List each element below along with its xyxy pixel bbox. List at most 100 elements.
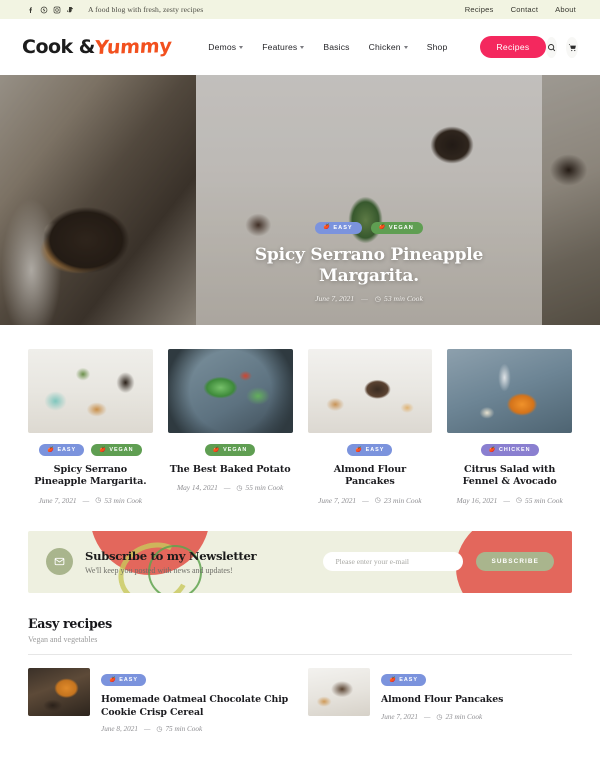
clock-icon: ◷ xyxy=(95,496,102,505)
recipe-meta-separator: — xyxy=(82,495,90,505)
list-item-date: June 8, 2021 xyxy=(101,725,138,734)
list-item-title[interactable]: Homemade Oatmeal Chocolate Chip Cookie C… xyxy=(101,694,292,719)
section-subtitle: Vegan and vegetables xyxy=(28,634,98,644)
clock-icon: ◷ xyxy=(156,725,163,734)
recipe-tags: 🍎 EASY 🍎 VEGAN xyxy=(39,444,142,456)
tag-icon: 🍎 xyxy=(355,446,363,453)
recipe-card[interactable]: 🍎 VEGAN The Best Baked Potato May 14, 20… xyxy=(167,349,293,505)
chevron-down-icon xyxy=(239,46,244,49)
site-header: Cook &Yummy Demos Features Basics Chicke… xyxy=(0,19,600,75)
tag-icon: 🍎 xyxy=(212,446,221,453)
nav-label-shop: Shop xyxy=(426,42,448,52)
hero-slide-active[interactable]: 🍎 EASY 🍎 VEGAN Spicy Serrano Pineapple M… xyxy=(196,75,542,325)
social-links xyxy=(27,6,74,14)
pinterest-icon[interactable] xyxy=(40,6,48,14)
recipe-cook-time: 53 min Cook xyxy=(104,495,143,505)
list-item-meta: June 8, 2021 — ◷ 75 min Cook xyxy=(101,725,292,733)
clock-icon: ◷ xyxy=(515,496,522,505)
recipe-tag-label: EASY xyxy=(57,447,77,453)
list-item-tag[interactable]: 🍎 EASY xyxy=(101,674,146,687)
hero-slide-next[interactable] xyxy=(542,75,600,325)
nav-label-features: Features xyxy=(262,42,298,52)
site-logo[interactable]: Cook &Yummy xyxy=(22,34,173,59)
hero-overlay-next xyxy=(542,75,600,325)
recipe-title[interactable]: Spicy Serrano Pineapple Margarita. xyxy=(28,464,153,489)
tag-icon: 🍎 xyxy=(488,446,496,453)
recipe-meta-separator: — xyxy=(223,483,231,493)
list-item-title[interactable]: Almond Flour Pancakes xyxy=(381,694,503,706)
top-bar: A food blog with fresh, zesty recipes Re… xyxy=(0,0,600,19)
search-icon xyxy=(547,43,556,51)
hero-slide-previous[interactable] xyxy=(0,75,196,325)
recipe-tag-label: VEGAN xyxy=(109,447,134,453)
nav-item-demos[interactable]: Demos xyxy=(208,42,244,52)
recipe-tag[interactable]: 🍎 VEGAN xyxy=(91,444,142,456)
list-item-tag-label: EASY xyxy=(399,677,418,684)
tiktok-icon[interactable] xyxy=(66,6,74,14)
nav-item-chicken[interactable]: Chicken xyxy=(369,42,408,52)
tag-icon: 🍎 xyxy=(47,446,55,453)
recipes-cta-button[interactable]: Recipes xyxy=(480,36,546,58)
top-link-contact[interactable]: Contact xyxy=(511,5,539,14)
recipe-title[interactable]: Almond Flour Pancakes xyxy=(308,464,433,489)
recipe-tags: 🍎 CHICKEN xyxy=(480,444,539,456)
clock-icon: ◷ xyxy=(436,712,443,721)
recipe-date: May 14, 2021 xyxy=(176,483,218,493)
newsletter-banner: Subscribe to my Newsletter We'll keep yo… xyxy=(28,530,572,593)
hero-carousel[interactable]: 🍎 EASY 🍎 VEGAN Spicy Serrano Pineapple M… xyxy=(0,75,600,325)
list-item-meta-separator: — xyxy=(423,712,431,721)
nav-item-features[interactable]: Features xyxy=(262,42,305,52)
recipe-thumbnail[interactable] xyxy=(28,349,153,433)
tag-icon: 🍎 xyxy=(389,676,397,683)
newsletter-title: Subscribe to my Newsletter xyxy=(85,548,257,563)
cart-button[interactable] xyxy=(566,36,578,58)
list-item[interactable]: 🍎 EASY Almond Flour Pancakes June 7, 202… xyxy=(308,667,572,733)
list-item[interactable]: 🍎 EASY Homemade Oatmeal Chocolate Chip C… xyxy=(28,667,292,733)
recipe-tag[interactable]: 🍎 EASY xyxy=(39,444,85,456)
top-nav-links: Recipes Contact About xyxy=(465,5,582,14)
list-item-cook-time: 75 min Cook xyxy=(165,725,203,734)
logo-accent-text: Yummy xyxy=(93,34,173,59)
chevron-down-icon xyxy=(403,46,408,49)
list-item-tag-label: EASY xyxy=(119,677,138,684)
hero-overlay-active xyxy=(196,75,542,325)
recipe-cook-time: 23 min Cook xyxy=(383,495,422,505)
search-button[interactable] xyxy=(545,36,558,58)
recipe-thumbnail[interactable] xyxy=(307,349,433,433)
list-item-thumbnail[interactable] xyxy=(28,667,90,716)
recipe-tags: 🍎 VEGAN xyxy=(204,444,256,456)
subscribe-button[interactable]: SUBSCRIBE xyxy=(476,552,554,572)
recipe-thumbnail[interactable] xyxy=(447,349,572,433)
clock-icon: ◷ xyxy=(236,483,243,492)
email-field[interactable]: Please enter your e-mail xyxy=(323,552,464,572)
recipe-tag[interactable]: 🍎 CHICKEN xyxy=(480,444,539,456)
tag-icon: 🍎 xyxy=(109,676,117,683)
recipe-title[interactable]: Citrus Salad with Fennel & Avocado xyxy=(447,464,572,489)
top-link-about[interactable]: About xyxy=(555,5,576,14)
facebook-icon[interactable] xyxy=(27,6,35,14)
list-item-thumbnail[interactable] xyxy=(308,667,370,716)
recipe-title[interactable]: The Best Baked Potato xyxy=(170,464,291,476)
recipe-tag[interactable]: 🍎 EASY xyxy=(347,444,393,456)
easy-recipes-list: 🍎 EASY Homemade Oatmeal Chocolate Chip C… xyxy=(0,655,600,733)
logo-primary-text: Cook & xyxy=(22,35,95,58)
recipe-card[interactable]: 🍎 CHICKEN Citrus Salad with Fennel & Avo… xyxy=(447,349,572,505)
recipe-date: June 7, 2021 xyxy=(318,495,357,505)
recipe-tag[interactable]: 🍎 VEGAN xyxy=(204,444,256,456)
clock-icon: ◷ xyxy=(374,496,381,505)
top-link-recipes[interactable]: Recipes xyxy=(465,5,494,14)
nav-item-shop[interactable]: Shop xyxy=(427,42,448,52)
list-item-cook-time: 23 min Cook xyxy=(445,712,483,721)
recipe-card[interactable]: 🍎 EASY 🍎 VEGAN Spicy Serrano Pineapple M… xyxy=(28,349,153,505)
nav-label-basics: Basics xyxy=(323,42,350,52)
hero-overlay-previous xyxy=(0,75,196,325)
newsletter-text: Subscribe to my Newsletter We'll keep yo… xyxy=(85,548,257,575)
instagram-icon[interactable] xyxy=(53,6,61,14)
recipe-thumbnail[interactable] xyxy=(167,349,293,433)
section-title: Easy recipes xyxy=(28,615,112,631)
nav-item-basics[interactable]: Basics xyxy=(323,42,349,52)
recipe-date: June 7, 2021 xyxy=(38,495,77,505)
recipe-card[interactable]: 🍎 EASY Almond Flour Pancakes June 7, 202… xyxy=(307,349,433,505)
newsletter-subtitle: We'll keep you posted with news and upda… xyxy=(85,565,233,575)
list-item-tag[interactable]: 🍎 EASY xyxy=(381,674,426,687)
